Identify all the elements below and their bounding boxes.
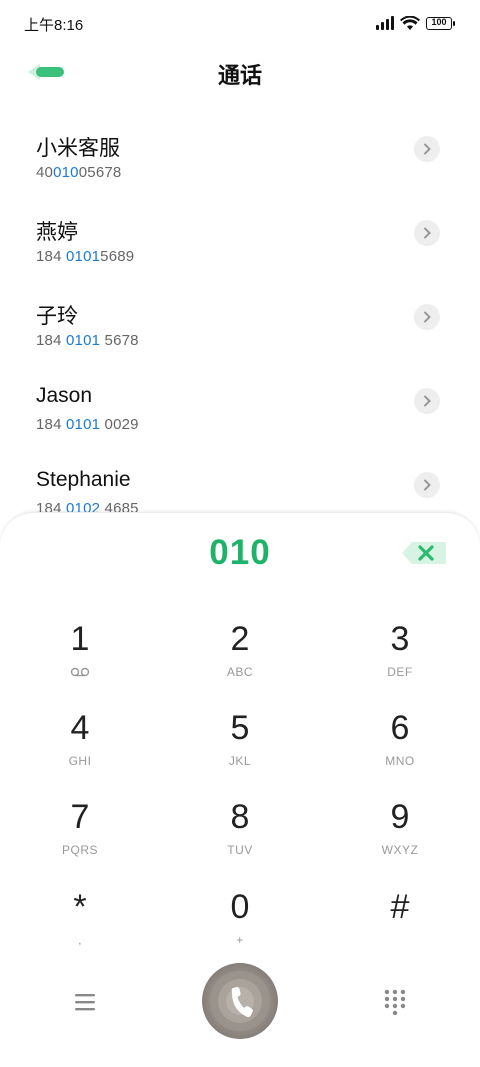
- key-digit: 9: [390, 798, 410, 836]
- chevron-right-icon: [424, 227, 431, 239]
- contact-name: 子玲: [36, 305, 78, 328]
- key-0[interactable]: 0 +: [180, 887, 300, 967]
- delete-button[interactable]: [400, 539, 448, 567]
- key-letters: JKL: [228, 754, 252, 768]
- voicemail-icon: [70, 667, 90, 677]
- key-9[interactable]: 9 WXYZ: [340, 797, 460, 877]
- dialpad-toggle-button[interactable]: [382, 987, 408, 1017]
- contact-row[interactable]: 子玲 184 0101 5678: [0, 272, 480, 356]
- status-time: 上午8:16: [24, 17, 84, 34]
- chevron-right-icon: [424, 311, 431, 323]
- page-title: 通话: [217, 63, 262, 88]
- key-star[interactable]: * ,: [20, 887, 140, 967]
- key-digit: 6: [390, 709, 410, 747]
- wifi-icon: [400, 15, 420, 30]
- key-letters: MNO: [385, 754, 415, 768]
- key-5[interactable]: 5 JKL: [180, 708, 300, 788]
- contact-row[interactable]: Jason 184 0101 0029: [0, 356, 480, 440]
- chevron-right-icon: [424, 143, 431, 155]
- contact-number: 4001005678: [36, 164, 122, 181]
- key-letters: +: [236, 933, 244, 947]
- contact-name: Jason: [36, 384, 93, 407]
- contact-detail-button[interactable]: [414, 388, 440, 414]
- key-digit: *: [73, 888, 87, 926]
- dialpad-icon: [384, 989, 406, 1016]
- contact-row[interactable]: 燕婷 184 01015689: [0, 188, 480, 272]
- status-bar: 上午8:16 100: [0, 0, 480, 44]
- key-digit: 4: [70, 709, 90, 747]
- contact-number: 184 0101 5678: [36, 332, 139, 349]
- key-letters: PQRS: [61, 843, 98, 857]
- dialer-action-bar: [0, 963, 480, 1043]
- key-hash[interactable]: #: [340, 887, 460, 967]
- contact-number: 184 0101 0029: [36, 416, 139, 433]
- key-2[interactable]: 2 ABC: [180, 619, 300, 699]
- key-6[interactable]: 6 MNO: [340, 708, 460, 788]
- key-digit: 8: [230, 798, 250, 836]
- key-8[interactable]: 8 TUV: [180, 797, 300, 877]
- contact-name: 燕婷: [36, 221, 78, 244]
- contact-row[interactable]: 小米客服 4001005678: [0, 104, 480, 188]
- key-3[interactable]: 3 DEF: [340, 619, 460, 699]
- key-letters: ,: [78, 933, 82, 947]
- contact-detail-button[interactable]: [414, 220, 440, 246]
- key-1[interactable]: 1: [20, 619, 140, 699]
- contact-name: 小米客服: [36, 137, 120, 160]
- contact-detail-button[interactable]: [414, 136, 440, 162]
- key-letters: ABC: [226, 665, 254, 679]
- contact-number: 184 01015689: [36, 248, 135, 265]
- key-letters: TUV: [227, 843, 253, 857]
- key-digit: 1: [70, 620, 90, 658]
- key-letters: GHI: [68, 754, 92, 768]
- chevron-right-icon: [424, 479, 431, 491]
- header: 通话: [0, 44, 480, 104]
- contact-detail-button[interactable]: [414, 304, 440, 330]
- key-7[interactable]: 7 PQRS: [20, 797, 140, 877]
- menu-icon: [75, 994, 95, 1011]
- backspace-icon: [402, 542, 446, 564]
- contact-detail-button[interactable]: [414, 472, 440, 498]
- key-digit: 2: [230, 620, 250, 658]
- contact-name: Stephanie: [36, 468, 131, 491]
- key-digit: 3: [390, 620, 410, 658]
- status-icons: 100: [376, 14, 455, 32]
- menu-button[interactable]: [68, 987, 102, 1017]
- key-digit: 7: [70, 798, 90, 836]
- battery-icon: 100: [426, 16, 455, 30]
- key-letters: WXYZ: [381, 843, 419, 857]
- key-4[interactable]: 4 GHI: [20, 708, 140, 788]
- key-digit: 0: [230, 888, 250, 926]
- phone-icon: [210, 971, 270, 1031]
- chevron-right-icon: [424, 395, 431, 407]
- contact-list: 小米客服 4001005678 燕婷 184 01015689 子玲 184 0…: [0, 104, 480, 524]
- signal-icon: [376, 16, 394, 30]
- key-digit: 5: [230, 709, 250, 747]
- key-digit: #: [390, 888, 410, 926]
- battery-level: 100: [431, 16, 447, 27]
- call-button[interactable]: [202, 963, 278, 1039]
- key-letters: DEF: [387, 665, 413, 679]
- dialer-panel: 010 1 2 ABC 3 DEF 4 GHI 5 JKL 6 MNO 7 PQ…: [0, 512, 480, 1067]
